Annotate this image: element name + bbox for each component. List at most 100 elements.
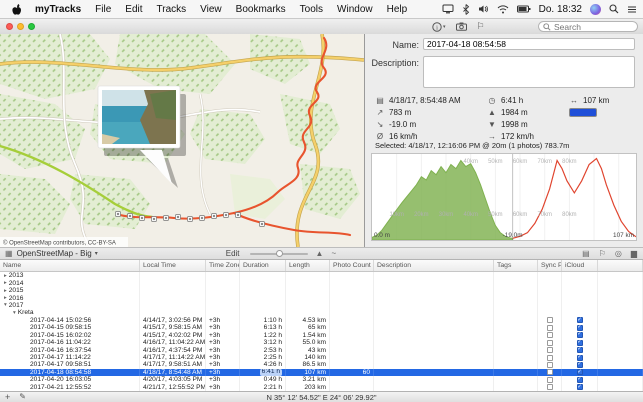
map-view[interactable]: © OpenStreetMap contributors, CC-BY-SA: [0, 34, 365, 247]
sync-checkbox[interactable]: [547, 325, 553, 331]
icloud-checkbox[interactable]: ✓: [577, 377, 583, 383]
icloud-checkbox[interactable]: ✓: [577, 369, 583, 375]
track-row-2017-04-20-16:03:05[interactable]: 2017-04-20 16:03:054/20/17, 4:03:05 PM+3…: [0, 376, 643, 383]
track-row-2017-04-18-08:54:58[interactable]: 2017-04-18 08:54:584/18/17, 8:54:48 AM+3…: [0, 369, 643, 376]
map-style-selector[interactable]: OpenStreetMap - Big ▾: [17, 249, 98, 258]
track-row-2017-04-21-12:55:52[interactable]: 2017-04-21 12:55:524/21/17, 12:55:52 PM+…: [0, 384, 643, 391]
icloud-checkbox[interactable]: ✓: [577, 347, 583, 353]
wifi-menu-icon[interactable]: [497, 5, 509, 14]
menu-item-window[interactable]: Window: [330, 4, 380, 15]
column-header-name[interactable]: Name: [0, 260, 140, 271]
slider-thumb[interactable]: [276, 250, 283, 257]
menu-item-bookmarks[interactable]: Bookmarks: [229, 4, 293, 15]
add-track-button[interactable]: +: [5, 393, 10, 402]
edit-track-button[interactable]: ✎: [19, 393, 26, 401]
siri-icon[interactable]: [590, 4, 601, 15]
edit-label[interactable]: Edit: [226, 249, 240, 258]
disclosure-triangle[interactable]: ▾: [4, 302, 7, 308]
menu-item-tools[interactable]: Tools: [293, 4, 330, 15]
track-row-2017-04-17-09:58:51[interactable]: 2017-04-17 09:58:514/17/17, 9:58:51 AM+3…: [0, 361, 643, 368]
bluetooth-menu-icon[interactable]: [462, 4, 470, 15]
track-row-2017-04-14-15:02:56[interactable]: 2017-04-14 15:02:564/14/17, 3:02:56 PM+3…: [0, 317, 643, 324]
disclosure-triangle[interactable]: ▾: [13, 310, 16, 316]
column-header-duration[interactable]: Duration: [240, 260, 286, 271]
sync-checkbox[interactable]: [547, 362, 553, 368]
notification-center-icon[interactable]: [627, 5, 637, 14]
column-header-description[interactable]: Description: [374, 260, 494, 271]
map-opacity-slider[interactable]: [250, 249, 308, 258]
track-row-2017-04-16-16:37:54[interactable]: 2017-04-16 16:37:544/16/17, 4:37:54 PM+3…: [0, 346, 643, 353]
waypoints-toggle[interactable]: ⚐: [599, 249, 606, 258]
crosshair-button[interactable]: ◎: [615, 249, 622, 258]
group-row-2017[interactable]: ▾2017: [0, 302, 643, 309]
disclosure-triangle[interactable]: ▸: [4, 280, 7, 286]
sync-checkbox[interactable]: [547, 384, 553, 390]
sync-checkbox[interactable]: [547, 332, 553, 338]
column-header-local-time[interactable]: Local Time: [140, 260, 206, 271]
menu-item-file[interactable]: File: [88, 4, 118, 15]
display-menu-icon[interactable]: [442, 4, 454, 14]
duration-edit-field[interactable]: 6:41 h: [260, 369, 282, 376]
menu-item-help[interactable]: Help: [380, 4, 415, 15]
zoom-button[interactable]: [28, 23, 35, 30]
track-name-input[interactable]: [423, 38, 635, 50]
icloud-checkbox[interactable]: ✓: [577, 332, 583, 338]
icloud-checkbox[interactable]: ✓: [577, 384, 583, 390]
search-field[interactable]: [538, 21, 638, 32]
icloud-checkbox[interactable]: ✓: [577, 355, 583, 361]
battery-menu-icon[interactable]: [517, 5, 531, 13]
track-color-swatch[interactable]: [569, 108, 597, 117]
sync-checkbox[interactable]: [547, 347, 553, 353]
column-header-length[interactable]: Length: [286, 260, 330, 271]
track-row-2017-04-15-16:02:02[interactable]: 2017-04-15 16:02:024/15/17, 4:02:02 PM+3…: [0, 332, 643, 339]
apple-menu-icon[interactable]: [6, 3, 28, 15]
track-row-2017-04-15-09:58:15[interactable]: 2017-04-15 09:58:154/15/17, 9:58:15 AM+3…: [0, 324, 643, 331]
disclosure-triangle[interactable]: ▸: [4, 288, 7, 294]
description-textarea[interactable]: [423, 56, 635, 88]
menu-item-edit[interactable]: Edit: [118, 4, 149, 15]
sync-checkbox[interactable]: [547, 377, 553, 383]
disclosure-triangle[interactable]: ▸: [4, 295, 7, 301]
icloud-checkbox[interactable]: ✓: [577, 317, 583, 323]
cell-length: 1.54 km: [286, 332, 330, 339]
camera-button[interactable]: [456, 22, 467, 31]
menu-item-mytracks[interactable]: myTracks: [28, 4, 88, 15]
menu-item-tracks[interactable]: Tracks: [150, 4, 194, 15]
elevation-profile-toggle[interactable]: ▲: [316, 249, 324, 258]
waypoint-flag-button[interactable]: ⚐: [477, 21, 485, 32]
group-row-2016[interactable]: ▸2016: [0, 294, 643, 301]
track-row-2017-04-16-11:04:22[interactable]: 2017-04-16 11:04:224/16/17, 11:04:22 AM+…: [0, 339, 643, 346]
icloud-checkbox[interactable]: ✓: [577, 340, 583, 346]
menu-bar-clock[interactable]: Do. 18:32: [539, 4, 582, 15]
sync-checkbox[interactable]: [547, 317, 553, 323]
elevation-profile-chart[interactable]: 40km50km60km70km80km10km20km30km40km50km…: [371, 153, 637, 241]
speed-profile-toggle[interactable]: ~: [331, 249, 336, 258]
column-header-time-zone[interactable]: Time Zone: [206, 260, 240, 271]
chart-options-button[interactable]: ▆: [631, 249, 637, 258]
sync-checkbox[interactable]: [547, 369, 553, 375]
column-header-icloud[interactable]: iCloud: [562, 260, 598, 271]
volume-menu-icon[interactable]: [478, 4, 489, 14]
track-row-2017-04-17-11:14:22[interactable]: 2017-04-17 11:14:224/17/17, 11:14:22 AM+…: [0, 354, 643, 361]
search-input[interactable]: [554, 22, 633, 32]
sync-checkbox[interactable]: [547, 355, 553, 361]
column-header-photo-count[interactable]: Photo Count: [330, 260, 374, 271]
column-header-sync-p-[interactable]: Sync P...: [538, 260, 562, 271]
sync-checkbox[interactable]: [547, 340, 553, 346]
info-button[interactable]: i ▾: [432, 22, 446, 32]
menu-item-view[interactable]: View: [193, 4, 229, 15]
group-row-2015[interactable]: ▸2015: [0, 287, 643, 294]
group-row-2014[interactable]: ▸2014: [0, 279, 643, 286]
minimize-button[interactable]: [17, 23, 24, 30]
icloud-checkbox[interactable]: ✓: [577, 325, 583, 331]
openstreetmap-canvas[interactable]: © OpenStreetMap contributors, CC-BY-SA: [0, 34, 364, 247]
disclosure-triangle[interactable]: ▸: [4, 273, 7, 279]
close-button[interactable]: [6, 23, 13, 30]
icloud-checkbox[interactable]: ✓: [577, 362, 583, 368]
spotlight-icon[interactable]: [609, 4, 619, 14]
cell-local-time: 4/15/17, 4:02:02 PM: [140, 332, 206, 339]
group-row-Kreta[interactable]: ▾Kreta: [0, 309, 643, 316]
photos-toggle[interactable]: ▤: [582, 249, 590, 258]
group-row-2013[interactable]: ▸2013: [0, 272, 643, 279]
column-header-tags[interactable]: Tags: [494, 260, 538, 271]
